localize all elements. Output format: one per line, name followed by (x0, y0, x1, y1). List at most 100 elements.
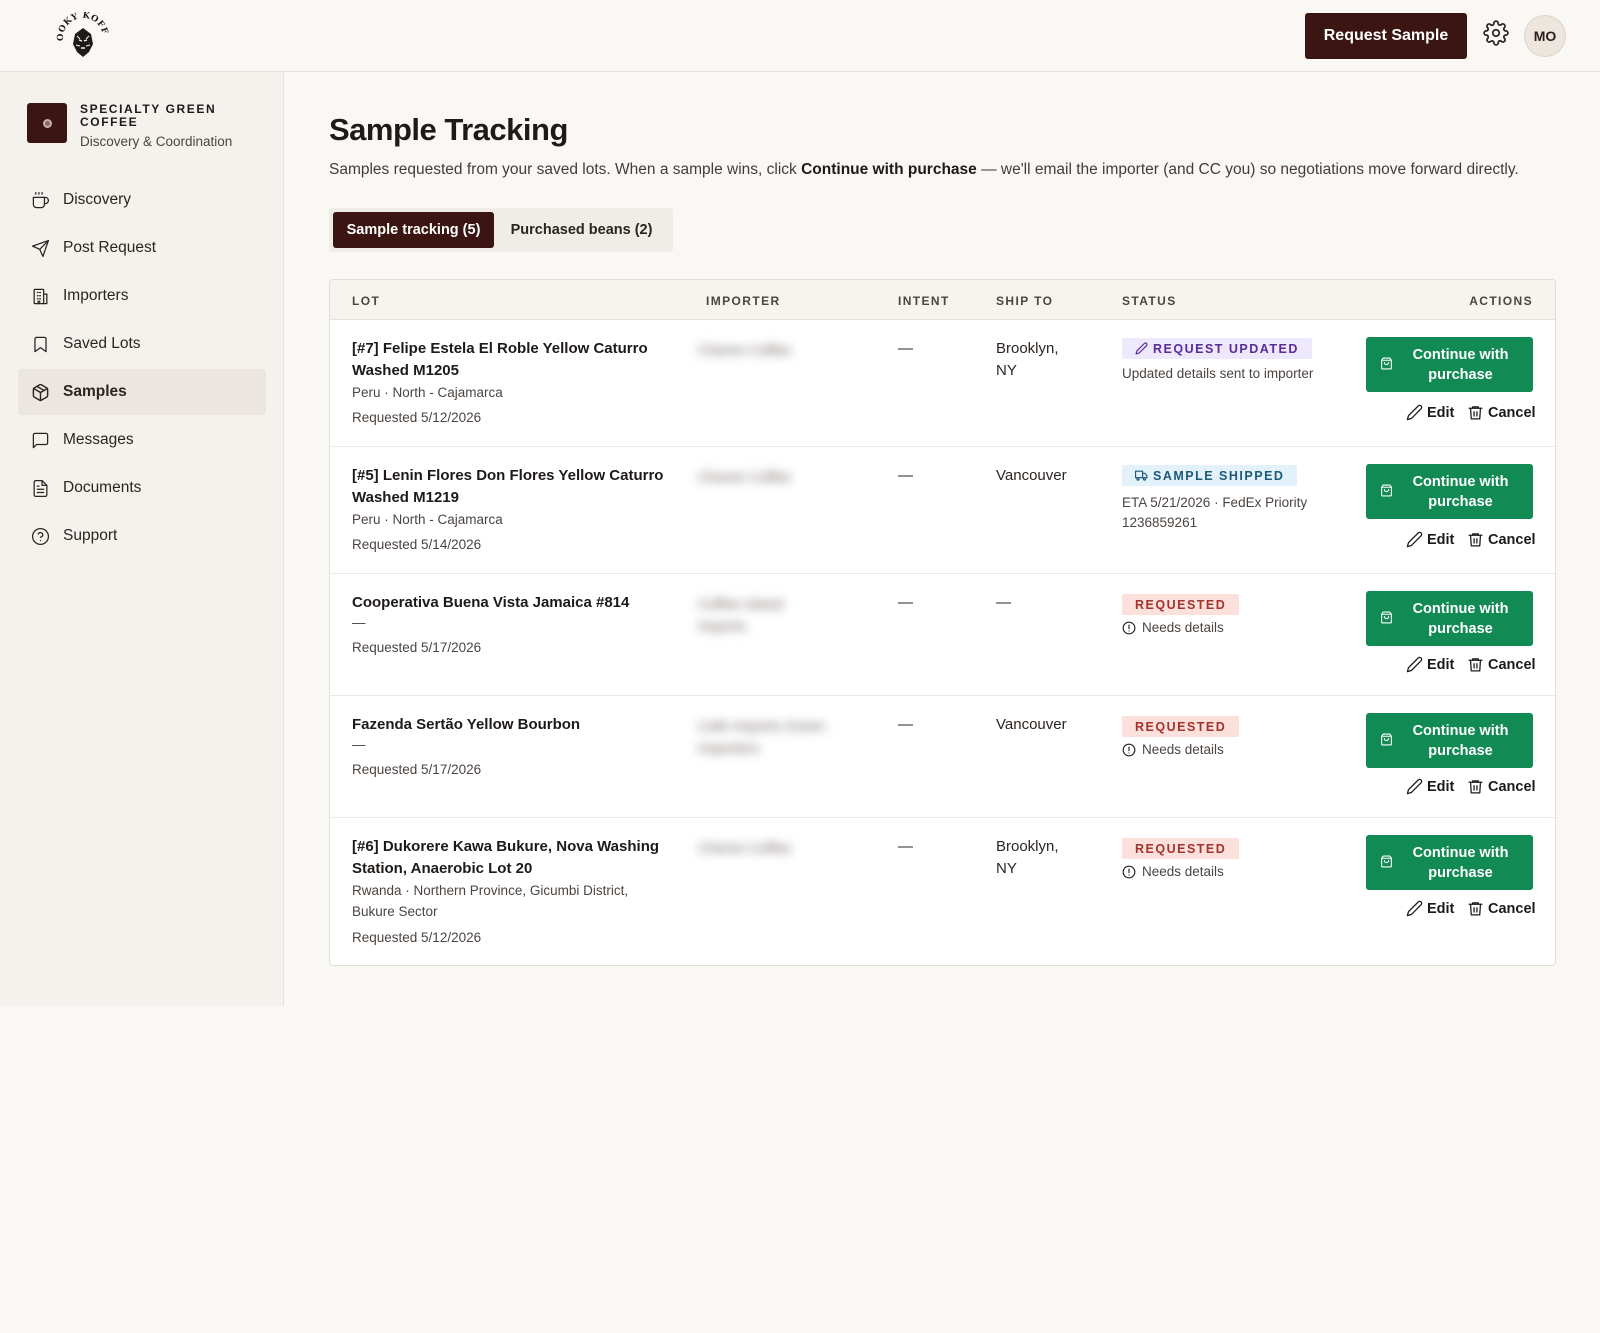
alert-circle-icon (1122, 743, 1136, 757)
description-text: Samples requested from your saved lots. … (329, 161, 802, 178)
button-label: Edit (1427, 900, 1455, 917)
page-title: Sample Tracking (329, 112, 568, 147)
status-note-text: ETA 5/21/2026 · FedEx Priority 123685926… (1122, 495, 1308, 530)
button-label: Edit (1427, 778, 1455, 795)
sidebar-nav: Discovery Post Request Importers Saved L… (18, 177, 266, 561)
help-circle-icon (31, 527, 50, 545)
cancel-button[interactable]: Cancel (1467, 404, 1536, 421)
trash-icon (1468, 902, 1483, 916)
status-note: Needs details (1122, 618, 1322, 638)
sidebar-item-importers[interactable]: Importers (18, 273, 266, 319)
pencil-icon (1406, 778, 1423, 795)
shopping-bag-icon (1381, 357, 1392, 370)
continue-with-purchase-button[interactable]: Continue with purchase (1366, 835, 1533, 890)
sidebar-item-messages[interactable]: Messages (18, 417, 266, 463)
kooky-koffee-logo-icon[interactable]: KOOKY KOFFEE (55, 12, 111, 60)
column-header-importer: IMPORTER (706, 294, 781, 308)
lot-title[interactable]: [#5] Lenin Flores Don Flores Yellow Catu… (352, 465, 672, 509)
cancel-button[interactable]: Cancel (1467, 778, 1536, 795)
table-row: [#5] Lenin Flores Don Flores Yellow Catu… (330, 447, 1555, 574)
edit-button[interactable]: Edit (1406, 900, 1454, 917)
shopping-bag-icon (1381, 855, 1392, 868)
sidebar-item-support[interactable]: Support (18, 513, 266, 559)
brand-subtitle: Discovery & Coordination (80, 134, 233, 149)
status-badge: SAMPLE SHIPPED (1122, 465, 1298, 486)
lot-origin: — (352, 615, 366, 630)
button-label: Edit (1427, 531, 1455, 548)
ship-to-value: — (996, 594, 1011, 611)
sidebar-item-label: Discovery (63, 191, 132, 208)
pencil-icon (1135, 342, 1148, 355)
button-label: Cancel (1488, 531, 1536, 548)
requested-date: Requested 5/12/2026 (352, 930, 482, 945)
pencil-icon (1406, 404, 1423, 421)
package-icon (32, 383, 49, 401)
pencil-icon (1406, 531, 1423, 548)
building-icon (33, 288, 48, 304)
lot-title[interactable]: Fazenda Sertão Yellow Bourbon (352, 714, 672, 736)
ship-to-value: Brooklyn, NY (996, 838, 1059, 877)
cancel-button[interactable]: Cancel (1467, 656, 1536, 673)
continue-with-purchase-button[interactable]: Continue with purchase (1366, 591, 1533, 646)
requested-date: Requested 5/17/2026 (352, 762, 482, 777)
sidebar-item-label: Saved Lots (63, 335, 141, 352)
continue-with-purchase-button[interactable]: Continue with purchase (1366, 337, 1533, 392)
button-label: Continue with purchase (1412, 600, 1509, 637)
status-badge: REQUEST UPDATED (1122, 338, 1312, 359)
sidebar-item-post-request[interactable]: Post Request (18, 225, 266, 271)
sidebar-item-samples[interactable]: Samples (18, 369, 266, 415)
edit-button[interactable]: Edit (1406, 656, 1454, 673)
cancel-button[interactable]: Cancel (1467, 900, 1536, 917)
shopping-bag-icon (1381, 484, 1392, 497)
edit-button[interactable]: Edit (1406, 404, 1454, 421)
request-sample-button[interactable]: Request Sample (1305, 13, 1467, 59)
status-badge-label: REQUEST UPDATED (1153, 341, 1299, 356)
table-row: [#7] Felipe Estela El Roble Yellow Catur… (330, 320, 1555, 447)
bookmark-icon (34, 336, 47, 352)
lot-origin: Peru · North - Cajamarca (352, 512, 503, 527)
tab-purchased-beans[interactable]: Purchased beans (2) (494, 212, 669, 248)
sidebar-item-label: Post Request (63, 239, 157, 256)
brand-name: SPECIALTY GREEN COFFEE (80, 102, 217, 129)
sidebar-item-label: Messages (63, 431, 134, 448)
sidebar-item-label: Importers (63, 287, 129, 304)
document-icon (33, 479, 48, 497)
user-avatar[interactable]: MO (1524, 15, 1566, 57)
button-label: Continue with purchase (1412, 844, 1509, 881)
status-note: Needs details (1122, 740, 1322, 760)
button-label: Cancel (1488, 778, 1536, 795)
trash-icon (1468, 780, 1483, 794)
column-header-intent: INTENT (898, 294, 950, 308)
status-note: Needs details (1122, 862, 1322, 882)
description-text: — we'll email the importer (and CC you) … (976, 161, 1519, 178)
lot-origin: — (352, 737, 366, 752)
lot-title[interactable]: [#6] Dukorere Kawa Bukure, Nova Washing … (352, 836, 672, 880)
gear-icon[interactable] (1483, 20, 1509, 46)
continue-with-purchase-button[interactable]: Continue with purchase (1366, 713, 1533, 768)
lot-title[interactable]: [#7] Felipe Estela El Roble Yellow Catur… (352, 338, 672, 382)
importer-name-blurred: Cheme Coffee (698, 841, 792, 857)
edit-button[interactable]: Edit (1406, 778, 1454, 795)
table-row: [#6] Dukorere Kawa Bukure, Nova Washing … (330, 818, 1555, 965)
cancel-button[interactable]: Cancel (1467, 531, 1536, 548)
button-label: Cancel (1488, 656, 1536, 673)
shopping-bag-icon (1381, 733, 1392, 746)
sidebar-item-discovery[interactable]: Discovery (18, 177, 266, 223)
continue-with-purchase-button[interactable]: Continue with purchase (1366, 464, 1533, 519)
intent-value: — (898, 716, 913, 733)
tab-sample-tracking[interactable]: Sample tracking (5) (333, 212, 495, 248)
edit-button[interactable]: Edit (1406, 531, 1454, 548)
intent-value: — (898, 340, 913, 357)
column-header-ship-to: SHIP TO (996, 294, 1054, 308)
status-note: Updated details sent to importer (1122, 364, 1322, 384)
sidebar-item-documents[interactable]: Documents (18, 465, 266, 511)
button-label: Edit (1427, 404, 1455, 421)
truck-icon (1135, 470, 1148, 481)
coffee-cup-icon (32, 191, 49, 208)
lot-title[interactable]: Cooperativa Buena Vista Jamaica #814 (352, 592, 672, 614)
sidebar-item-saved-lots[interactable]: Saved Lots (18, 321, 266, 367)
status-badge-label: REQUESTED (1135, 841, 1227, 856)
pencil-icon (1406, 656, 1423, 673)
lot-origin: Peru · North - Cajamarca (352, 385, 503, 400)
importer-name-blurred: Cheme Coffee (698, 470, 792, 486)
